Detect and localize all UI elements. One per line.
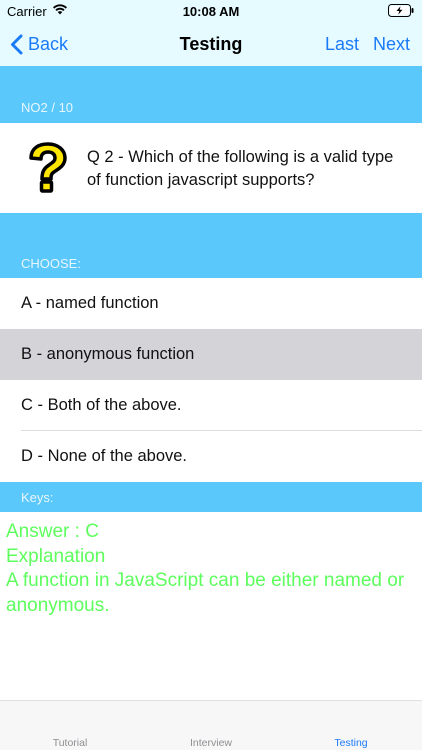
last-button[interactable]: Last — [325, 34, 359, 55]
keys-header: Keys: — [0, 482, 422, 512]
answer-panel: Answer : C Explanation A function in Jav… — [6, 520, 416, 618]
status-time: 10:08 AM — [182, 4, 240, 19]
tab-bar: Tutorial Interview Testing — [0, 700, 422, 750]
nav-actions: Last Next — [325, 34, 410, 55]
choose-label: CHOOSE: — [21, 256, 81, 271]
keys-label: Keys: — [21, 490, 54, 505]
question-text: Q 2 - Which of the following is a valid … — [87, 148, 394, 189]
option-b[interactable]: B - anonymous function — [0, 329, 422, 380]
next-button[interactable]: Next — [373, 34, 410, 55]
question-card: Q 2 - Which of the following is a valid … — [0, 123, 422, 213]
progress-header: NO2 / 10 — [0, 66, 422, 123]
option-a[interactable]: A - named function — [0, 278, 422, 329]
tab-tutorial[interactable]: Tutorial — [15, 737, 125, 749]
question-mark-icon — [23, 142, 71, 194]
top-bar: Carrier 10:08 AM Back Testing Last Next — [0, 0, 422, 66]
progress-label: NO2 / 10 — [21, 100, 74, 115]
tab-testing[interactable]: Testing — [296, 737, 406, 749]
explanation-title: Explanation — [6, 545, 106, 567]
option-d[interactable]: D - None of the above. — [0, 431, 422, 482]
choose-header: CHOOSE: — [0, 213, 422, 278]
answer-line: Answer : C — [6, 521, 99, 542]
battery-charging-icon — [388, 4, 414, 17]
option-c[interactable]: C - Both of the above. — [0, 380, 422, 431]
explanation-text: A function in JavaScript can be either n… — [6, 570, 405, 616]
navigation-bar: Back Testing Last Next — [0, 24, 422, 66]
status-bar: Carrier 10:08 AM — [0, 0, 422, 24]
tab-interview[interactable]: Interview — [156, 737, 266, 749]
